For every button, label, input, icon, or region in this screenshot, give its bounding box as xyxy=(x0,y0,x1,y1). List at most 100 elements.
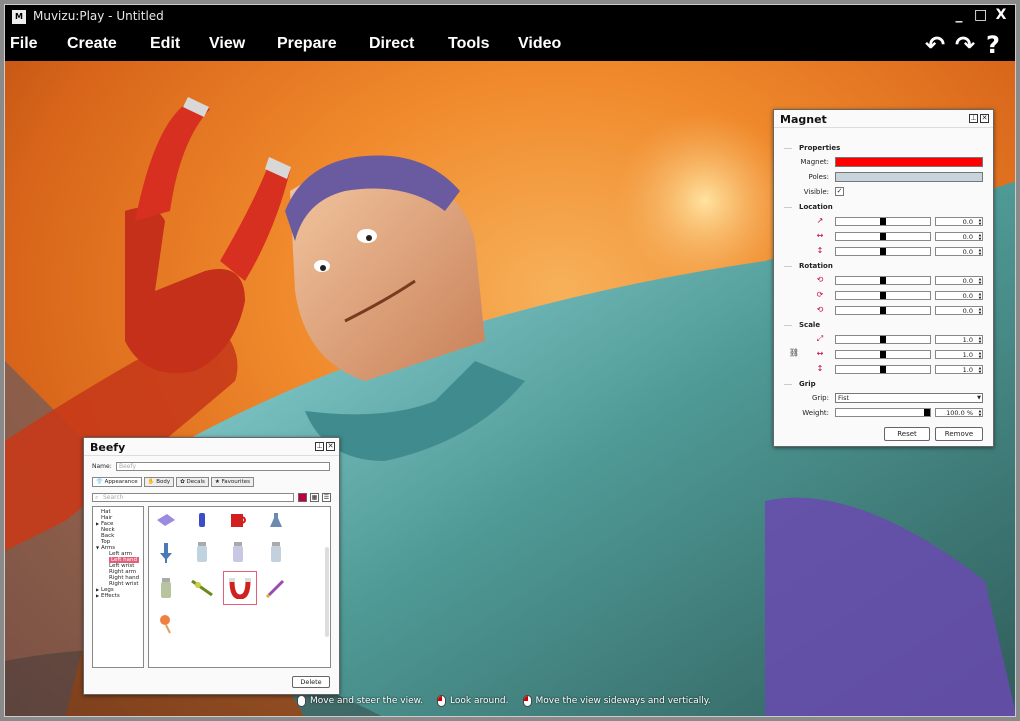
tab-body[interactable]: ✋ Body xyxy=(143,477,175,487)
tab-decals[interactable]: ✿ Decals xyxy=(176,477,209,487)
rotation-y-input[interactable]: 0.0 xyxy=(935,291,983,300)
properties-section: Properties xyxy=(796,144,844,152)
jar-item-4[interactable] xyxy=(153,575,179,601)
lollipop-item[interactable] xyxy=(153,611,179,637)
scale-z-slider[interactable] xyxy=(835,365,931,374)
menu-tools[interactable]: Tools xyxy=(448,35,489,53)
jar-item-1[interactable] xyxy=(189,539,215,565)
magnet-panel: Magnet ⊥ ✕ Properties Magnet: Poles: Vis… xyxy=(773,109,994,447)
redo-icon[interactable]: ↷ xyxy=(951,31,979,59)
flask-item[interactable] xyxy=(263,507,289,533)
location-z-slider[interactable] xyxy=(835,247,931,256)
rotation-y-icon: ⟳ xyxy=(816,290,824,299)
remove-button[interactable]: Remove xyxy=(935,427,983,441)
location-x-slider[interactable] xyxy=(835,217,931,226)
magnet-leg-right xyxy=(220,161,290,281)
magnet-label: Magnet: xyxy=(800,158,829,166)
window-title: Muvizu:Play - Untitled xyxy=(33,9,164,23)
panel-close-icon[interactable]: ✕ xyxy=(326,442,335,451)
magnet-item[interactable] xyxy=(223,571,257,605)
weight-input[interactable]: 100.0 % xyxy=(935,408,983,417)
magnet-leg-left xyxy=(135,101,210,221)
menu-direct[interactable]: Direct xyxy=(369,35,414,53)
jar-item-2[interactable] xyxy=(225,539,251,565)
menu-create[interactable]: Create xyxy=(67,35,117,53)
scale-section: Scale xyxy=(796,321,824,329)
funnel-item[interactable] xyxy=(153,539,179,565)
maximize-button[interactable]: □ xyxy=(974,7,987,23)
menu-view[interactable]: View xyxy=(209,35,245,53)
tree-item-effects[interactable]: Effects xyxy=(101,593,120,599)
scale-y-slider[interactable] xyxy=(835,350,931,359)
magnet-color-swatch[interactable] xyxy=(835,157,983,167)
menu-file[interactable]: File xyxy=(10,35,38,53)
scale-z-input[interactable]: 1.0 xyxy=(935,365,983,374)
menu-edit[interactable]: Edit xyxy=(150,35,180,53)
delete-button[interactable]: Delete xyxy=(292,676,330,688)
grip-select[interactable]: Fist ▼ xyxy=(835,393,983,403)
beefy-panel-title: Beefy xyxy=(90,441,126,454)
pin-icon[interactable]: ⊥ xyxy=(315,442,324,451)
location-z-input[interactable]: 0.0 xyxy=(935,247,983,256)
location-y-slider[interactable] xyxy=(835,232,931,241)
tab-appearance[interactable]: 👕 Appearance xyxy=(92,477,142,487)
cloth-item[interactable] xyxy=(153,507,179,533)
scale-y-input[interactable]: 1.0 xyxy=(935,350,983,359)
wand-item[interactable] xyxy=(189,575,215,601)
poles-color-swatch[interactable] xyxy=(835,172,983,182)
rotation-x-input[interactable]: 0.0 xyxy=(935,276,983,285)
hint-look: Look around. xyxy=(450,696,509,706)
scale-x-slider[interactable] xyxy=(835,335,931,344)
help-icon[interactable]: ? xyxy=(979,31,1007,59)
rotation-y-slider[interactable] xyxy=(835,291,931,300)
rotation-z-slider[interactable] xyxy=(835,306,931,315)
beefy-panel: Beefy ⊥ ✕ Name: 👕 Appearance ✋ Body ✿ De… xyxy=(83,437,340,695)
grip-section: Grip xyxy=(796,380,819,388)
app-window: M Muvizu:Play - Untitled _ □ X File Crea… xyxy=(4,4,1016,717)
mug-item[interactable] xyxy=(225,507,251,533)
weight-slider[interactable] xyxy=(835,408,931,417)
jar-item-3[interactable] xyxy=(263,539,289,565)
menu-prepare[interactable]: Prepare xyxy=(277,35,337,53)
location-x-input[interactable]: 0.0 xyxy=(935,217,983,226)
pen-item[interactable] xyxy=(263,575,289,601)
collapse-arms-icon[interactable]: ▼ xyxy=(96,545,99,550)
close-button[interactable]: X xyxy=(995,7,1007,23)
reset-button[interactable]: Reset xyxy=(884,427,930,441)
scale-x-input[interactable]: 1.0 xyxy=(935,335,983,344)
link-scale-icon[interactable]: ⛓ xyxy=(786,348,802,357)
panel-close-icon[interactable]: ✕ xyxy=(980,114,989,123)
location-y-input[interactable]: 0.0 xyxy=(935,232,983,241)
poles-label: Poles: xyxy=(808,173,829,181)
scale-z-icon: ↕ xyxy=(816,364,824,373)
pin-icon[interactable]: ⊥ xyxy=(969,114,978,123)
expand-effects-icon[interactable]: ▶ xyxy=(96,593,99,598)
tab-favourites[interactable]: ★ Favourites xyxy=(210,477,254,487)
undo-icon[interactable]: ↶ xyxy=(921,31,949,59)
location-x-icon: ↗ xyxy=(816,216,824,225)
color-filter-icon[interactable] xyxy=(298,493,307,502)
title-bar: M Muvizu:Play - Untitled _ □ X xyxy=(5,5,1015,29)
rotation-z-input[interactable]: 0.0 xyxy=(935,306,983,315)
grid-view-icon[interactable]: ▦ xyxy=(310,493,319,502)
hint-pan: Move the view sideways and vertically. xyxy=(535,696,711,706)
menu-video[interactable]: Video xyxy=(518,35,561,53)
item-grid xyxy=(148,506,331,668)
expand-face-icon[interactable]: ▶ xyxy=(96,521,99,526)
item-grid-scrollbar[interactable] xyxy=(325,547,329,637)
rotation-x-slider[interactable] xyxy=(835,276,931,285)
search-input[interactable]: ⌕ Search xyxy=(92,493,294,502)
location-y-icon: ↔ xyxy=(816,231,824,240)
name-input[interactable] xyxy=(116,462,330,471)
list-view-icon[interactable]: ☰ xyxy=(322,493,331,502)
name-label: Name: xyxy=(92,463,112,470)
control-hints: Move and steer the view. Look around. Mo… xyxy=(297,695,711,707)
expand-legs-icon[interactable]: ▶ xyxy=(96,587,99,592)
search-icon: ⌕ xyxy=(95,494,99,501)
mouse-left-icon xyxy=(297,695,306,707)
dropdown-arrow-icon: ▼ xyxy=(977,395,981,401)
visible-checkbox[interactable]: ✓ xyxy=(835,187,844,196)
bottle-item[interactable] xyxy=(189,507,215,533)
grip-label: Grip: xyxy=(811,394,829,402)
minimize-button[interactable]: _ xyxy=(953,7,965,23)
